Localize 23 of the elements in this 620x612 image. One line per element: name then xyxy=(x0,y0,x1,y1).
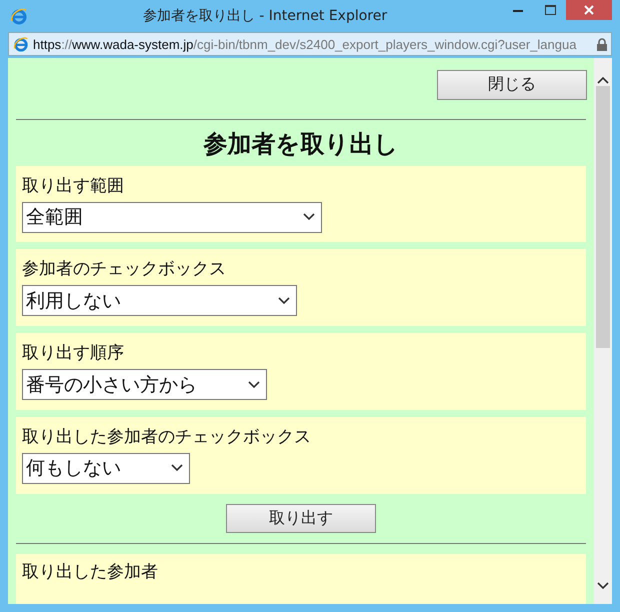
page-heading: 参加者を取り出し xyxy=(202,128,400,160)
browser-logo-icon xyxy=(10,7,28,25)
close-icon xyxy=(584,5,594,15)
scroll-down-icon xyxy=(597,582,609,590)
dropdown[interactable]: 何もしない xyxy=(22,452,190,484)
window-title: 参加者を取り出し - Internet Explorer xyxy=(142,7,388,25)
lock-icon xyxy=(597,38,607,50)
field-label: 取り出す順序 xyxy=(22,342,124,364)
close-page-button[interactable]: 閉じる xyxy=(437,70,587,100)
minimize-icon xyxy=(513,8,523,12)
export-button[interactable]: 取り出す xyxy=(226,504,376,534)
dropdown[interactable]: 番号の小さい方から xyxy=(22,369,267,400)
dropdown[interactable]: 全範囲 xyxy=(22,202,322,233)
field-label: 取り出す範囲 xyxy=(22,174,124,197)
close-button[interactable] xyxy=(566,0,612,20)
maximize-icon xyxy=(544,5,556,15)
section-label: 取り出した参加者 xyxy=(22,562,158,582)
scroll-up-icon[interactable] xyxy=(597,76,609,84)
dropdown[interactable]: 利用しない xyxy=(22,285,297,316)
field-label: 参加者のチェックボックス xyxy=(22,258,226,280)
field-label: 取り出した参加者のチェックボックス xyxy=(22,426,311,448)
scrollbar[interactable] xyxy=(594,58,612,604)
page-icon xyxy=(13,36,29,52)
